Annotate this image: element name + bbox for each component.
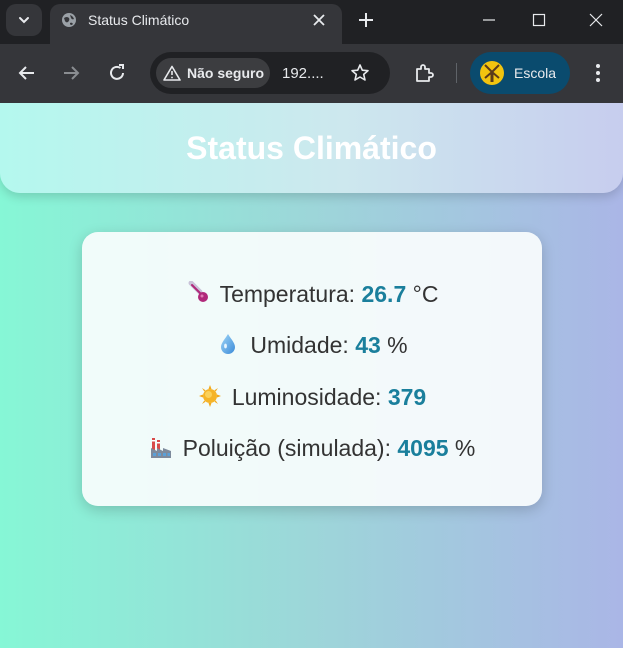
temperature-label: Temperatura: bbox=[219, 281, 362, 307]
arrow-left-icon bbox=[18, 66, 34, 80]
security-label: Não seguro bbox=[187, 65, 265, 81]
profile-name: Escola bbox=[514, 65, 557, 81]
security-chip[interactable]: Não seguro bbox=[156, 58, 270, 88]
pollution-value: 4095 bbox=[397, 435, 449, 461]
new-tab-icon[interactable] bbox=[356, 10, 376, 30]
close-window-button[interactable] bbox=[571, 0, 621, 40]
forward-button[interactable] bbox=[59, 61, 83, 85]
reload-button[interactable] bbox=[105, 61, 129, 85]
windmill-icon bbox=[484, 64, 500, 82]
humidity-label: Umidade: bbox=[250, 332, 356, 358]
humidity-unit: % bbox=[380, 332, 408, 358]
arrow-right-icon bbox=[64, 66, 80, 80]
close-tab-icon[interactable] bbox=[311, 12, 327, 28]
luminosity-row: Luminosidade: 379 bbox=[82, 383, 542, 411]
avatar bbox=[480, 61, 504, 85]
kebab-menu-icon bbox=[596, 64, 600, 82]
temperature-value: 26.7 bbox=[361, 281, 407, 307]
temperature-unit: °C bbox=[406, 281, 439, 307]
page-content: Status Climático Temperatura: 26.7 °C Um… bbox=[0, 103, 623, 648]
status-card: Temperatura: 26.7 °C Umidade: 43 % Lumin… bbox=[82, 232, 542, 506]
minimize-icon bbox=[483, 19, 495, 21]
thermometer-icon bbox=[188, 281, 208, 302]
pollution-row: Poluição (simulada): 4095 % bbox=[82, 434, 542, 462]
menu-button[interactable] bbox=[586, 61, 610, 85]
warning-icon bbox=[163, 65, 181, 81]
pollution-label: Poluição (simulada): bbox=[182, 435, 398, 461]
close-icon bbox=[589, 13, 603, 27]
toolbar-divider bbox=[456, 63, 457, 83]
humidity-row: Umidade: 43 % bbox=[82, 331, 542, 359]
globe-icon bbox=[62, 13, 76, 27]
extensions-button[interactable] bbox=[412, 61, 436, 85]
temperature-row: Temperatura: 26.7 °C bbox=[82, 280, 542, 308]
bookmark-star-icon[interactable] bbox=[350, 63, 370, 83]
minimize-button[interactable] bbox=[464, 0, 514, 40]
page-header: Status Climático bbox=[0, 103, 623, 193]
profile-button[interactable]: Escola bbox=[470, 52, 570, 94]
humidity-value: 43 bbox=[355, 332, 381, 358]
browser-toolbar: Não seguro 192.... Escola bbox=[0, 44, 623, 103]
pollution-unit: % bbox=[448, 435, 476, 461]
address-bar[interactable]: Não seguro 192.... bbox=[150, 52, 390, 94]
url-text: 192.... bbox=[282, 65, 324, 82]
maximize-icon bbox=[532, 13, 546, 27]
tab-active[interactable]: Status Climático bbox=[50, 4, 342, 44]
luminosity-label: Luminosidade: bbox=[231, 384, 388, 410]
tab-title: Status Climático bbox=[88, 12, 190, 28]
droplet-icon bbox=[221, 334, 236, 354]
maximize-button[interactable] bbox=[514, 0, 564, 40]
back-button[interactable] bbox=[15, 61, 39, 85]
luminosity-value: 379 bbox=[387, 384, 427, 410]
reload-icon bbox=[110, 64, 124, 80]
chevron-down-icon bbox=[19, 17, 29, 24]
puzzle-icon bbox=[416, 64, 434, 82]
sun-icon bbox=[198, 385, 221, 407]
factory-icon bbox=[150, 438, 171, 458]
tab-search-button[interactable] bbox=[6, 4, 42, 36]
page-title: Status Climático bbox=[186, 130, 437, 166]
tab-strip: Status Climático bbox=[0, 0, 623, 44]
